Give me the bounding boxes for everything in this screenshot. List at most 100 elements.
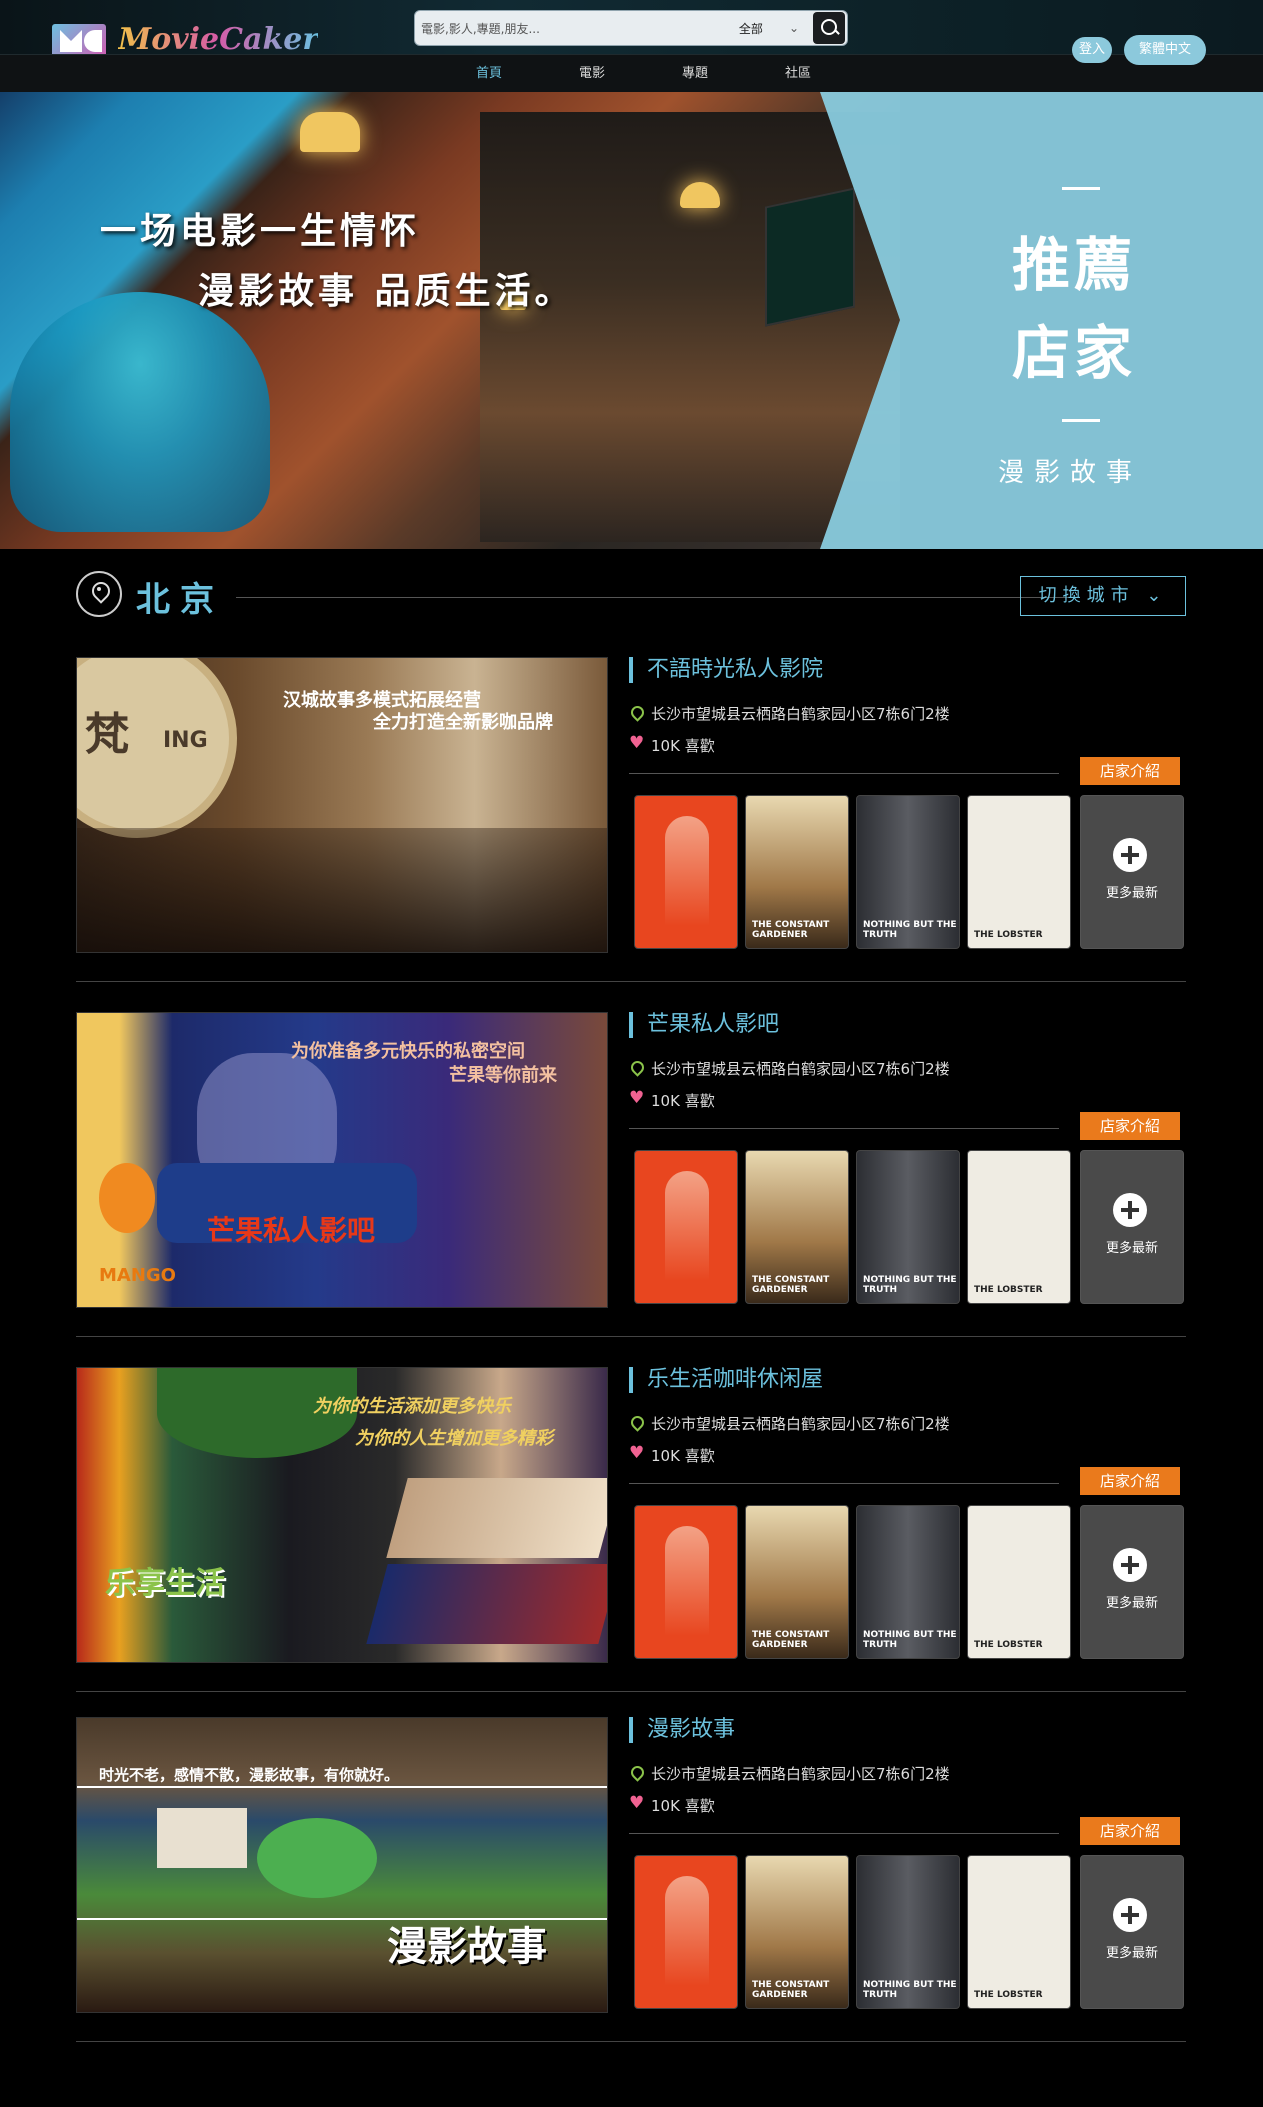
hero-banner[interactable]: 一场电影一生情怀 漫影故事 品质生活。 推薦 店家 漫影故事 [0,92,1263,549]
chevron-down-icon[interactable]: ⌄ [789,21,799,35]
cover-logo-mark: 梵 [85,709,129,760]
more-latest-label: 更多最新 [1105,1596,1158,1611]
more-latest-button[interactable]: 更多最新 [1080,1505,1184,1659]
divider [76,1336,1186,1337]
city-header: 北京 切換城市 ⌄ [76,568,1186,620]
store-intro-button[interactable]: 店家介紹 [1080,1467,1180,1495]
divider [76,981,1186,982]
plus-icon [1113,1898,1147,1932]
divider [76,2041,1186,2042]
hero-slogan-line1: 一场电影一生情怀 [100,211,421,252]
main-nav [0,54,1263,92]
nothing-but-the-truth-poster[interactable]: NOTHING BUT THE TRUTH [856,795,960,949]
nav-topics[interactable]: 專題 [682,62,708,81]
switch-city-label: 切換城市 [1038,585,1135,606]
poster-title: NOTHING BUT THE TRUTH [863,920,957,940]
search-bar[interactable]: 電影,影人,專題,朋友... 全部 ⌄ [414,10,848,46]
poster-title: THE LOBSTER [974,1285,1043,1295]
cover-logo-text: 漫影故事 [387,1924,547,1970]
plus-icon [1113,1548,1147,1582]
constant-gardener-poster[interactable]: THE CONSTANT GARDENER [745,1150,849,1304]
constant-gardener-poster[interactable]: THE CONSTANT GARDENER [745,1505,849,1659]
cover-text: 为你准备多元快乐的私密空间 [291,1041,525,1062]
hero-panel-subtitle: 漫影故事 [998,458,1143,488]
divider [629,773,1059,774]
store-intro-button[interactable]: 店家介紹 [1080,1817,1180,1845]
store-card: 时光不老，感情不散，漫影故事，有你就好。 漫影故事 漫影故事 长沙市望城县云栖路… [76,1717,1186,2013]
divider [76,1691,1186,1692]
store-address: 长沙市望城县云栖路白鹤家园小区7栋6门2楼 [629,1058,950,1079]
poster-title: THE LOBSTER [974,1990,1043,2000]
more-latest-label: 更多最新 [1105,886,1158,901]
kanal-poster[interactable] [634,795,738,949]
hero-dash [1062,419,1100,422]
search-icon[interactable] [813,12,845,44]
search-input[interactable]: 電影,影人,專題,朋友... [421,20,739,37]
site-header: MovieCaker 電影,影人,專題,朋友... 全部 ⌄ 首頁 電影 專題 … [0,0,1263,92]
constant-gardener-poster[interactable]: THE CONSTANT GARDENER [745,1855,849,2009]
cover-title: 芒果私人影吧 [207,1214,376,1247]
hero-menu-board [765,187,855,327]
cover-text: 全力打造全新影咖品牌 [373,712,553,733]
more-latest-button[interactable]: 更多最新 [1080,1150,1184,1304]
login-button[interactable]: 登入 [1072,37,1112,63]
the-lobster-poster[interactable]: THE LOBSTER [967,795,1071,949]
cover-text: 时光不老，感情不散，漫影故事，有你就好。 [99,1766,400,1784]
store-likes[interactable]: 10K 喜歡 [629,1793,715,1816]
hero-panel-title2: 店家 [1012,319,1137,387]
store-intro-button[interactable]: 店家介紹 [1080,757,1180,785]
kanal-poster[interactable] [634,1505,738,1659]
nav-community[interactable]: 社區 [785,62,811,81]
location-pin-icon [76,571,122,617]
cover-photo-inset [386,1478,607,1558]
store-cover-image[interactable]: 时光不老，感情不散，漫影故事，有你就好。 漫影故事 [76,1717,608,2013]
store-address: 长沙市望城县云栖路白鹤家园小区7栋6门2楼 [629,703,950,724]
cover-floor [77,828,607,952]
cover-text: 芒果等你前来 [449,1065,557,1086]
store-name[interactable]: 不語時光私人影院 [629,657,823,683]
hero-slogan-line2: 漫影故事 品质生活。 [198,271,575,312]
divider [629,1128,1059,1129]
cover-green-bed [257,1818,377,1898]
search-category-select[interactable]: 全部 [739,20,763,37]
poster-title: THE CONSTANT GARDENER [752,1275,830,1295]
hero-lounge-chair [10,292,270,532]
switch-city-button[interactable]: 切換城市 ⌄ [1020,576,1186,616]
store-cover-image[interactable]: 为你准备多元快乐的私密空间 芒果等你前来 芒果私人影吧 MANGO [76,1012,608,1308]
the-lobster-poster[interactable]: THE LOBSTER [967,1505,1071,1659]
nothing-but-the-truth-poster[interactable]: NOTHING BUT THE TRUTH [856,1505,960,1659]
poster-title: NOTHING BUT THE TRUTH [863,1980,957,2000]
hero-lamp [300,112,360,152]
store-cover-image[interactable]: 梵 ING 汉城故事多模式拓展经营 全力打造全新影咖品牌 [76,657,608,953]
store-likes[interactable]: 10K 喜歡 [629,733,715,756]
store-likes[interactable]: 10K 喜歡 [629,1443,715,1466]
nav-home[interactable]: 首頁 [476,62,502,81]
cover-logo-text: ING [163,728,208,753]
more-latest-label: 更多最新 [1105,1241,1158,1256]
poster-title: THE LOBSTER [974,1640,1043,1650]
more-latest-button[interactable]: 更多最新 [1080,795,1184,949]
store-card: 梵 ING 汉城故事多模式拓展经营 全力打造全新影咖品牌 不語時光私人影院 长沙… [76,657,1186,953]
store-name[interactable]: 乐生活咖啡休闲屋 [629,1367,823,1393]
nav-movies[interactable]: 電影 [579,62,605,81]
cover-text: 为你的人生增加更多精彩 [355,1428,553,1449]
divider [629,1483,1059,1484]
kanal-poster[interactable] [634,1855,738,2009]
store-likes[interactable]: 10K 喜歡 [629,1088,715,1111]
hero-bar-interior [480,112,900,542]
store-intro-button[interactable]: 店家介紹 [1080,1112,1180,1140]
cover-text: 为你的生活添加更多快乐 [313,1396,511,1417]
the-lobster-poster[interactable]: THE LOBSTER [967,1855,1071,2009]
store-name[interactable]: 漫影故事 [629,1717,735,1743]
kanal-poster[interactable] [634,1150,738,1304]
store-address: 长沙市望城县云栖路白鹤家园小区7栋6门2楼 [629,1413,950,1434]
poster-title: THE CONSTANT GARDENER [752,1980,830,2000]
the-lobster-poster[interactable]: THE LOBSTER [967,1150,1071,1304]
language-select[interactable]: 繁體中文 [1124,35,1206,65]
store-cover-image[interactable]: 为你的生活添加更多快乐 为你的人生增加更多精彩 乐享生活 [76,1367,608,1663]
nothing-but-the-truth-poster[interactable]: NOTHING BUT THE TRUTH [856,1855,960,2009]
more-latest-button[interactable]: 更多最新 [1080,1855,1184,2009]
nothing-but-the-truth-poster[interactable]: NOTHING BUT THE TRUTH [856,1150,960,1304]
constant-gardener-poster[interactable]: THE CONSTANT GARDENER [745,795,849,949]
store-name[interactable]: 芒果私人影吧 [629,1012,779,1038]
